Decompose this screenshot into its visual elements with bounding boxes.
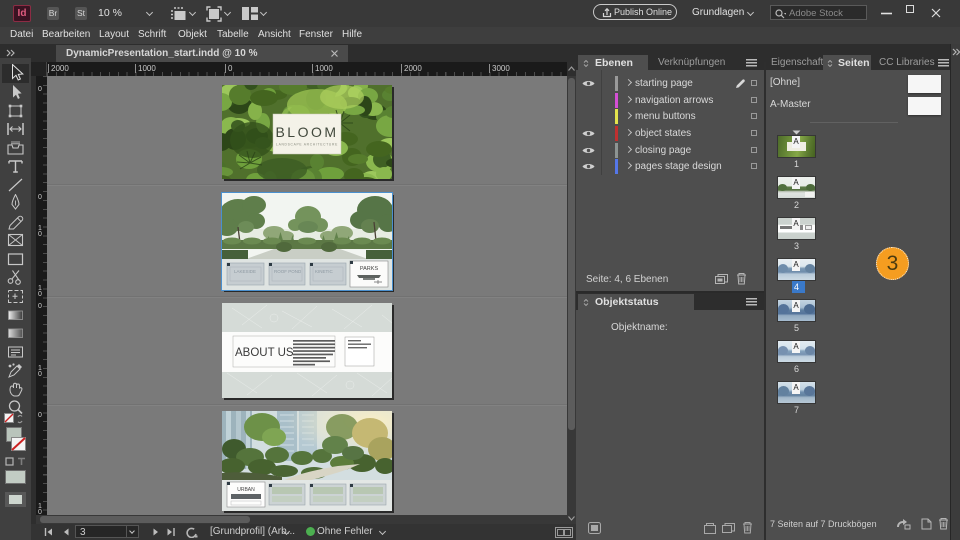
svg-text:LANDSCAPE ARCHITECTURE: LANDSCAPE ARCHITECTURE [276, 143, 338, 147]
svg-text:ABOUT US: ABOUT US [235, 347, 294, 359]
svg-text:LAKESIDE: LAKESIDE [234, 269, 256, 274]
svg-text:BLOOM: BLOOM [275, 124, 338, 140]
svg-text:URBAN: URBAN [237, 487, 255, 493]
svg-text:PARKS: PARKS [360, 266, 379, 272]
svg-text:ROOF POND: ROOF POND [274, 269, 302, 274]
svg-text:KINETIC: KINETIC [315, 269, 334, 274]
